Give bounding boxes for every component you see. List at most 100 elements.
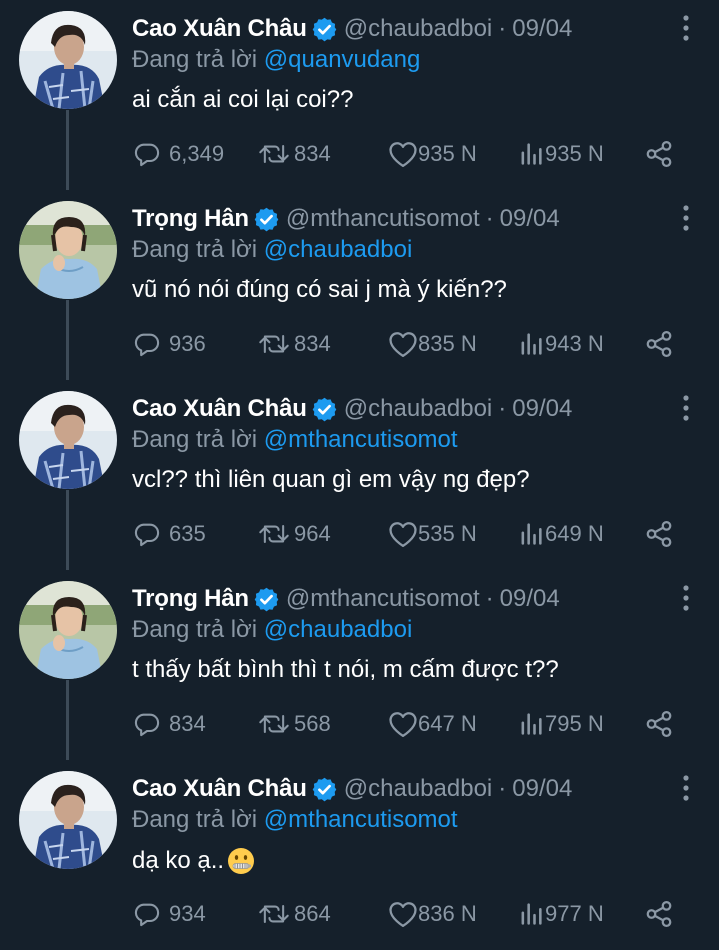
reply-prefix: Đang trả lời xyxy=(132,426,258,453)
user-handle[interactable]: @chaubadboi xyxy=(344,395,492,423)
retweet-icon xyxy=(259,714,289,734)
retweet-button[interactable]: 568 xyxy=(258,708,331,740)
views-button[interactable]: 795 N xyxy=(519,708,604,740)
more-options-icon[interactable] xyxy=(681,774,691,802)
user-handle[interactable]: @chaubadboi xyxy=(344,15,492,43)
views-button[interactable]: 943 N xyxy=(519,328,604,360)
views-icon xyxy=(521,713,542,735)
reply-button[interactable]: 934 xyxy=(133,898,206,930)
reply-prefix: Đang trả lời xyxy=(132,236,258,263)
more-options-icon[interactable] xyxy=(681,584,691,612)
reply-context: Đang trả lời @quanvudang xyxy=(132,46,420,74)
more-options-icon[interactable] xyxy=(681,394,691,422)
separator: · xyxy=(498,395,507,422)
tweet-date[interactable]: 09/04 xyxy=(512,775,572,803)
avatar[interactable] xyxy=(19,771,117,869)
like-count: 836 N xyxy=(418,901,477,926)
retweet-count: 568 xyxy=(294,711,331,736)
reply-button[interactable]: 6,349 xyxy=(133,138,224,170)
views-count: 943 N xyxy=(545,331,604,356)
tweet-header: Cao Xuân Châu @chaubadboi · 09/04 xyxy=(132,392,572,426)
views-button[interactable]: 649 N xyxy=(519,518,604,550)
reply-count: 6,349 xyxy=(169,141,225,166)
reply-mention-link[interactable]: @chaubadboi xyxy=(264,236,412,263)
retweet-icon xyxy=(259,524,289,544)
user-handle[interactable]: @mthancutisomot xyxy=(286,585,480,613)
tweet[interactable]: Cao Xuân Châu @chaubadboi · 09/04 Đang t… xyxy=(0,380,719,570)
share-button[interactable] xyxy=(644,328,674,360)
like-button[interactable]: 835 N xyxy=(388,328,477,360)
display-name[interactable]: Cao Xuân Châu xyxy=(132,395,307,423)
tweet[interactable]: Trọng Hân @mthancutisomot · 09/04 Đang t… xyxy=(0,190,719,380)
reply-count: 934 xyxy=(169,901,206,926)
like-count: 835 N xyxy=(418,331,477,356)
avatar[interactable] xyxy=(19,391,117,489)
retweet-button[interactable]: 834 xyxy=(258,138,331,170)
like-button[interactable]: 535 N xyxy=(388,518,477,550)
display-name[interactable]: Cao Xuân Châu xyxy=(132,15,307,43)
views-button[interactable]: 977 N xyxy=(519,898,604,930)
share-icon xyxy=(646,141,672,167)
user-handle[interactable]: @chaubadboi xyxy=(344,775,492,803)
tweet[interactable]: Trọng Hân @mthancutisomot · 09/04 Đang t… xyxy=(0,570,719,760)
heart-icon xyxy=(389,902,417,927)
share-button[interactable] xyxy=(644,138,674,170)
more-options-icon[interactable] xyxy=(681,204,691,232)
reply-mention-link[interactable]: @mthancutisomot xyxy=(264,806,458,833)
reply-context: Đang trả lời @mthancutisomot xyxy=(132,426,458,454)
reply-icon xyxy=(134,333,160,357)
like-button[interactable]: 836 N xyxy=(388,898,477,930)
retweet-count: 864 xyxy=(294,901,331,926)
display-name[interactable]: Trọng Hân xyxy=(132,205,249,233)
reply-count: 635 xyxy=(169,521,206,546)
share-button[interactable] xyxy=(644,898,674,930)
display-name[interactable]: Cao Xuân Châu xyxy=(132,775,307,803)
reply-button[interactable]: 635 xyxy=(133,518,206,550)
tweet-date[interactable]: 09/04 xyxy=(500,205,560,233)
reply-button[interactable]: 936 xyxy=(133,328,206,360)
reply-mention-link[interactable]: @chaubadboi xyxy=(264,616,412,643)
views-icon xyxy=(521,143,542,165)
separator: · xyxy=(498,775,507,802)
tweet-actions: 834 568 647 N 795 N xyxy=(0,708,719,740)
share-button[interactable] xyxy=(644,708,674,740)
avatar[interactable] xyxy=(19,581,117,679)
reply-mention-link[interactable]: @quanvudang xyxy=(264,46,421,73)
retweet-button[interactable]: 864 xyxy=(258,898,331,930)
share-icon xyxy=(646,521,672,547)
views-button[interactable]: 935 N xyxy=(519,138,604,170)
user-handle[interactable]: @mthancutisomot xyxy=(286,205,480,233)
retweet-button[interactable]: 964 xyxy=(258,518,331,550)
avatar[interactable] xyxy=(19,11,117,109)
tweet-actions: 936 834 835 N 943 N xyxy=(0,328,719,360)
cao-xuan-chau-avatar-image xyxy=(19,771,117,869)
heart-icon xyxy=(389,712,417,737)
tweet-date[interactable]: 09/04 xyxy=(512,15,572,43)
views-icon xyxy=(521,903,542,925)
tweet-text-content: vũ nó nói đúng có sai j mà ý kiến?? xyxy=(132,276,507,303)
reply-context: Đang trả lời @mthancutisomot xyxy=(132,806,458,834)
views-icon xyxy=(521,333,542,355)
tweet[interactable]: Cao Xuân Châu @chaubadboi · 09/04 Đang t… xyxy=(0,0,719,190)
tweet-date[interactable]: 09/04 xyxy=(500,585,560,613)
share-icon xyxy=(646,331,672,357)
like-button[interactable]: 647 N xyxy=(388,708,477,740)
reply-context: Đang trả lời @chaubadboi xyxy=(132,616,412,644)
retweet-button[interactable]: 834 xyxy=(258,328,331,360)
avatar[interactable] xyxy=(19,201,117,299)
reply-count: 834 xyxy=(169,711,206,736)
reply-button[interactable]: 834 xyxy=(133,708,206,740)
like-button[interactable]: 935 N xyxy=(388,138,477,170)
tweet-text-content: ai cắn ai coi lại coi?? xyxy=(132,86,354,113)
reply-prefix: Đang trả lời xyxy=(132,46,258,73)
verified-badge-icon xyxy=(311,776,338,803)
share-button[interactable] xyxy=(644,518,674,550)
views-icon xyxy=(521,523,542,545)
reply-mention-link[interactable]: @mthancutisomot xyxy=(264,426,458,453)
tweet[interactable]: Cao Xuân Châu @chaubadboi · 09/04 Đang t… xyxy=(0,760,719,950)
display-name[interactable]: Trọng Hân xyxy=(132,585,249,613)
reply-prefix: Đang trả lời xyxy=(132,806,258,833)
tweet-text: dạ ko ạ.. xyxy=(132,846,256,876)
tweet-date[interactable]: 09/04 xyxy=(512,395,572,423)
more-options-icon[interactable] xyxy=(681,14,691,42)
